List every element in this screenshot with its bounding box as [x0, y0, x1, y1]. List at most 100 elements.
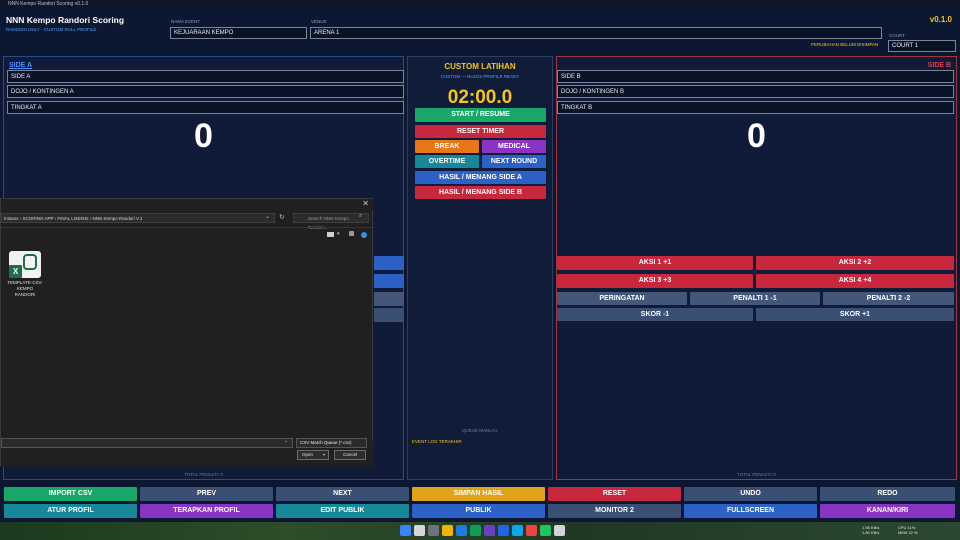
side-b-level-field[interactable]: TINGKAT B	[557, 101, 954, 114]
break-button[interactable]: BREAK	[415, 140, 479, 153]
edge-icon[interactable]	[456, 525, 467, 536]
app-icon-2[interactable]	[498, 525, 509, 536]
toolbar-divider	[1, 227, 374, 228]
event-label: NAMA EVENT	[171, 19, 201, 24]
side-a-level-field[interactable]: TINGKAT A	[7, 101, 404, 114]
skor-minus-button[interactable]: SKOR -1	[557, 308, 753, 321]
start-menu-icon[interactable]	[400, 525, 411, 536]
search-icon: ⌕	[359, 213, 363, 219]
side-a-action-button-2[interactable]	[374, 274, 404, 288]
side-a-score-button[interactable]	[374, 308, 404, 322]
edit-public-button[interactable]: EDIT PUBLIK	[276, 504, 409, 518]
unsaved-notice: PERUBAHAN BELUM DISIMPAN	[811, 42, 879, 47]
chevron-down-icon[interactable]: ⌄	[265, 213, 270, 220]
fullscreen-button[interactable]: FULLSCREEN	[684, 504, 817, 518]
monitor-2-button[interactable]: MONITOR 2	[548, 504, 681, 518]
app-icon-4[interactable]	[526, 525, 537, 536]
file-name-input[interactable]	[1, 438, 293, 448]
app-subtitle: RANDORI ONLY - CUSTOM RULL PROFILE	[6, 27, 97, 32]
reset-button[interactable]: RESET	[548, 487, 681, 501]
help-icon[interactable]	[361, 232, 367, 238]
system-readout: CPU 11% MEM 22 %	[898, 525, 918, 535]
start-resume-button[interactable]: START / RESUME	[415, 108, 546, 122]
side-a-name-field[interactable]: SIDE A	[7, 70, 404, 83]
swap-sides-button[interactable]: KANAN/KIRI	[820, 504, 955, 518]
penalti-2-button[interactable]: PENALTI 2 -2	[823, 292, 954, 305]
dialog-title-bar: ✕	[1, 199, 374, 210]
public-button[interactable]: PUBLIK	[412, 504, 545, 518]
center-title: CUSTOM LATIHAN	[444, 62, 516, 71]
net-down: 1.80 KB/s	[862, 530, 880, 535]
refresh-icon[interactable]: ↻	[279, 213, 285, 221]
version-label: v0.1.0	[929, 15, 952, 24]
file-type-select[interactable]: CSV Match Queue (*.csv)	[296, 438, 367, 448]
side-b-score: 0	[747, 117, 766, 155]
redo-button[interactable]: REDO	[820, 487, 955, 501]
next-round-button[interactable]: NEXT ROUND	[482, 155, 546, 168]
apply-profile-button[interactable]: TERAPKAN PROFIL	[140, 504, 273, 518]
prev-button[interactable]: PREV	[140, 487, 273, 501]
close-icon[interactable]: ✕	[362, 199, 369, 209]
view-dropdown-icon[interactable]: ▾	[337, 231, 340, 237]
open-button-label: Open	[302, 452, 314, 457]
app-icon-5[interactable]	[540, 525, 551, 536]
window-title-bar: NNN Kempo Randori Scoring v0.1.0	[0, 0, 960, 8]
aksi-1-button[interactable]: AKSI 1 +1	[557, 256, 753, 270]
match-timer: 02:00.0	[447, 87, 513, 108]
chrome-icon[interactable]	[470, 525, 481, 536]
side-b-total-penalty: TOTAL PENALTI: 0	[737, 472, 776, 477]
search-input[interactable]: Search NNN Kempo Randori...	[293, 213, 369, 230]
queue-manual-label: QUEUE MANUAL	[461, 428, 498, 433]
undo-button[interactable]: UNDO	[684, 487, 817, 501]
event-name-field[interactable]: KEJUARAAN KEMPO	[170, 27, 307, 39]
save-result-button[interactable]: SIMPAN HASIL	[412, 487, 545, 501]
import-csv-button[interactable]: IMPORT CSV	[4, 487, 137, 501]
medical-button[interactable]: MEDICAL	[482, 140, 546, 153]
view-options-icon[interactable]	[327, 232, 334, 237]
file-explorer-icon[interactable]	[442, 525, 453, 536]
side-a-dojo-field[interactable]: DOJO / KONTINGEN A	[7, 85, 404, 98]
file-open-dialog: ✕ Instans › SCORING APP › FINAL LISENSI …	[0, 198, 374, 467]
profile-settings-button[interactable]: ATUR PROFIL	[4, 504, 137, 518]
side-a-action-button-1[interactable]	[374, 256, 404, 270]
cancel-button[interactable]: Cancel	[334, 450, 366, 460]
open-dropdown-icon[interactable]: ▾	[323, 452, 325, 457]
skor-plus-button[interactable]: SKOR +1	[756, 308, 954, 321]
side-a-penalty-button[interactable]	[374, 292, 404, 306]
side-a-score: 0	[194, 117, 213, 155]
filename-chevron-icon[interactable]: ⌄	[284, 438, 288, 444]
venue-label: VENUE	[311, 19, 327, 24]
next-button[interactable]: NEXT	[276, 487, 409, 501]
search-taskbar-icon[interactable]	[414, 525, 425, 536]
overtime-button[interactable]: OVERTIME	[415, 155, 479, 168]
court-field[interactable]: COURT 1	[888, 40, 956, 52]
side-b-header: SIDE B	[927, 62, 951, 69]
reset-timer-button[interactable]: RESET TIMER	[415, 125, 546, 138]
profile-note: CUSTOM — RULES PROFILE READY	[440, 74, 520, 79]
aksi-2-button[interactable]: AKSI 2 +2	[756, 256, 954, 270]
court-label: COURT	[889, 33, 905, 38]
mem-usage: MEM 22 %	[898, 530, 918, 535]
app-icon-6[interactable]	[554, 525, 565, 536]
aksi-3-button[interactable]: AKSI 3 +3	[557, 274, 753, 288]
app-title: NNN Kempo Randori Scoring	[6, 15, 125, 25]
penalti-1-button[interactable]: PENALTI 1 -1	[690, 292, 820, 305]
address-bar[interactable]: Instans › SCORING APP › FINAL LISENSI › …	[1, 213, 275, 223]
side-a-header: SIDE A	[9, 62, 33, 69]
aksi-4-button[interactable]: AKSI 4 +4	[756, 274, 954, 288]
peringatan-button[interactable]: PERINGATAN	[557, 292, 687, 305]
preview-pane-icon[interactable]	[349, 231, 354, 236]
side-b-dojo-field[interactable]: DOJO / KONTINGEN B	[557, 85, 954, 98]
win-side-a-button[interactable]: HASIL / MENANG SIDE A	[415, 171, 546, 184]
side-b-name-field[interactable]: SIDE B	[557, 70, 954, 83]
venue-field[interactable]: ARENA 1	[310, 27, 882, 39]
file-item[interactable]: X TEMPLATE-CSV-KEMPO RANDORI	[7, 251, 43, 311]
event-log-label: EVENT LOG TERAKHIR	[412, 439, 462, 444]
side-b-panel: SIDE B SIDE B DOJO / KONTINGEN B TINGKAT…	[556, 56, 957, 480]
os-taskbar: 1.98 KB/s 1.80 KB/s CPU 11% MEM 22 %	[0, 522, 960, 540]
file-name-label: TEMPLATE-CSV-KEMPO RANDORI	[7, 280, 43, 297]
app-icon-1[interactable]	[484, 525, 495, 536]
win-side-b-button[interactable]: HASIL / MENANG SIDE B	[415, 186, 546, 199]
task-view-icon[interactable]	[428, 525, 439, 536]
app-icon-3[interactable]	[512, 525, 523, 536]
